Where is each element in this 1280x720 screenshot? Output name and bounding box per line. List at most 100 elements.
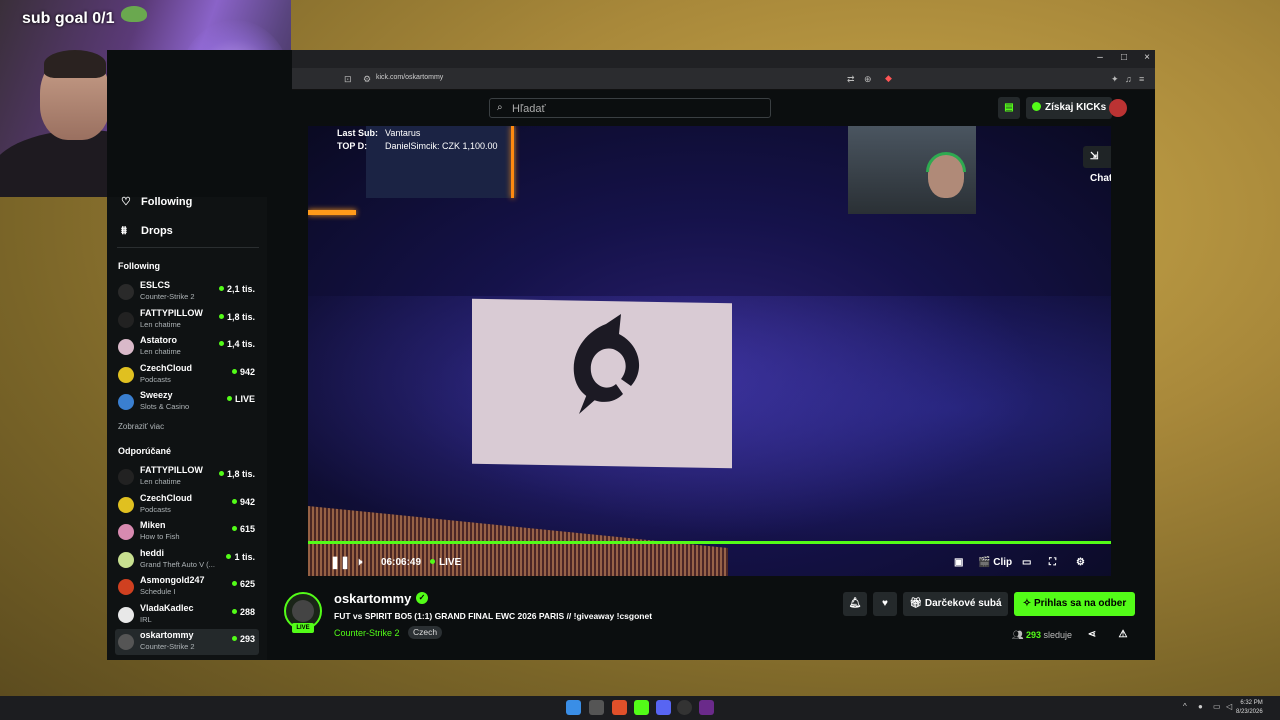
channel-avatar [118,579,134,595]
follow-heart-icon[interactable]: ♥ [873,592,897,616]
live-dot-icon [231,581,237,586]
recommended-title: Odporúčané [118,446,172,456]
channel-avatar [118,634,134,650]
channel-category: Len chatime [140,319,181,329]
live-dot-icon [226,553,232,559]
channel-name: Astatoro [140,335,178,345]
live-badge: LIVE [292,623,314,633]
last-sub-label: Last Sub: [337,128,379,138]
app-icon[interactable] [699,700,714,715]
mute-icon[interactable]: 🕨 [356,557,362,568]
pip-icon[interactable]: ▣ [954,557,963,568]
brave-icon[interactable] [612,700,627,715]
divider [117,247,259,248]
zoom-icon[interactable]: ⊕ [864,74,872,85]
close-button[interactable]: × [1135,52,1159,63]
nav-following[interactable]: ♡ Following [121,195,192,208]
start-icon[interactable] [566,700,581,715]
channel-name: FATTYPILLOW [140,307,203,318]
channel-avatar [118,394,134,410]
url-text[interactable]: kick.com/oskartommy [376,74,443,81]
obs-icon[interactable] [677,700,692,715]
channel-item[interactable]: ESLCS Counter-Strike 2 2,1 tis. [115,279,259,305]
gift-icon: 🎁︎ [909,598,925,609]
viewer-count: LIVE [226,394,255,404]
top-d-label: TOP D: [337,141,368,151]
search-input[interactable]: ⌕ Hľadať [489,98,771,118]
channel-name: heddi [140,547,164,558]
channel-item[interactable]: heddi Grand Theft Auto V (... 1 tis. [115,547,259,573]
brave-shield-icon[interactable]: ◆ [885,73,892,84]
get-kicks-button[interactable]: Získaj KICKs [1026,97,1113,119]
taskview-icon[interactable] [589,700,604,715]
nav-drops[interactable]: ⩩ Drops [121,225,173,238]
wallet-icon[interactable]: ▤ [998,97,1020,119]
channel-category: Len chatime [140,477,181,486]
gift-subs-button[interactable]: 🎁︎ Darčekové subá [903,592,1008,616]
settings-icon[interactable]: ⚙ [1076,557,1085,568]
volume-icon[interactable]: ◁ [1226,702,1232,711]
channel-item[interactable]: oskartommy Counter-Strike 2 293 [115,629,259,655]
channel-item[interactable]: Astatoro Len chatime 1,4 tis. [115,334,259,360]
extensions-icon[interactable]: ✦ [1111,74,1119,85]
fullscreen-icon[interactable]: ⛶ [1049,557,1056,568]
maximize-button[interactable]: □ [1112,52,1136,63]
live-dot-icon [231,368,237,374]
clock[interactable]: 6:32 PM 8/23/2026 [1236,699,1263,717]
streamer-name[interactable]: oskartommy [334,591,411,606]
channel-name: Miken [140,520,166,530]
live-dot-icon [218,471,224,476]
user-avatar[interactable] [1109,99,1127,117]
clip-button[interactable]: 🎬 Clip [978,557,1012,568]
stream-category[interactable]: Counter-Strike 2 [334,628,400,638]
stream-tag[interactable]: Czech [408,626,443,639]
progress-bar[interactable] [308,541,1111,544]
notification-bell-icon[interactable]: 🔔︎ [843,592,867,616]
frog-emote-icon [121,6,147,22]
time-display: 06:06:49 [381,557,422,568]
stream-title: FUT vs SPIRIT BO5 (1:1) GRAND FINAL EWC … [334,611,653,621]
pause-icon[interactable]: ❚❚ [330,555,350,569]
chat-toggle-button[interactable]: ⇲ Chat [1083,146,1111,184]
kick-app-icon[interactable] [634,700,649,715]
media-icon[interactable]: ♫ [1125,74,1132,84]
network-icon[interactable]: ▭ [1213,702,1221,711]
channel-name: FATTYPILLOW [140,465,203,475]
channel-avatar [118,551,134,568]
report-icon[interactable]: ⚠ [1113,626,1133,644]
viewer-count: 2,1 tis. [218,284,255,294]
channel-item[interactable]: Sweezy Slots & Casino LIVE [115,389,259,415]
channel-avatar [118,606,134,623]
viewers-icon: 👥︎ [1012,630,1026,640]
channel-item[interactable]: FATTYPILLOW Len chatime 1,8 tis. [115,307,259,333]
channel-item[interactable]: VladaKadlec IRL 288 [115,602,259,628]
viewer-count: 288 [231,607,255,617]
channel-item[interactable]: Asmongold247 Schedule I 625 [115,574,259,600]
clip-icon: 🎬 [978,557,994,568]
sidebar: ♡ Following ⩩ Drops Following ESLCS Counter… [107,195,267,660]
site-info-icon[interactable]: ⚙ [363,74,371,85]
translate-icon[interactable]: ⇄ [847,74,855,85]
show-more-link[interactable]: Zobraziť viac [118,422,164,431]
discord-icon[interactable] [656,700,671,715]
tray-chevron-icon[interactable]: ^ [1183,702,1187,711]
channel-item[interactable]: Miken How to Fish 615 [115,519,259,545]
theater-icon[interactable]: ▭ [1022,557,1031,568]
channel-item[interactable]: CzechCloud Podcasts 942 [115,362,259,388]
share-icon[interactable]: ⋖ [1082,626,1102,644]
channel-avatar [118,311,134,328]
search-icon: ⌕ [497,102,503,113]
mic-icon[interactable]: ● [1198,702,1203,711]
channel-name: oskartommy [140,630,194,640]
live-indicator: LIVE [430,557,461,568]
menu-icon[interactable]: ≡ [1139,74,1144,84]
subscribe-button[interactable]: ✧ Prihlas sa na odber [1014,592,1135,616]
video-player[interactable]: Last Sub: Vantarus TOP D: DanielSimcik: … [308,126,1111,576]
channel-item[interactable]: CzechCloud Podcasts 942 [115,492,259,518]
channel-item[interactable]: FATTYPILLOW Len chatime 1,8 tis. [115,464,259,490]
minimize-button[interactable]: – [1088,52,1112,63]
viewer-count: 625 [231,579,255,589]
bookmark-icon[interactable]: ⊡ [344,74,352,85]
verified-icon: ✓ [416,592,428,604]
channel-category: How to Fish [140,532,180,541]
